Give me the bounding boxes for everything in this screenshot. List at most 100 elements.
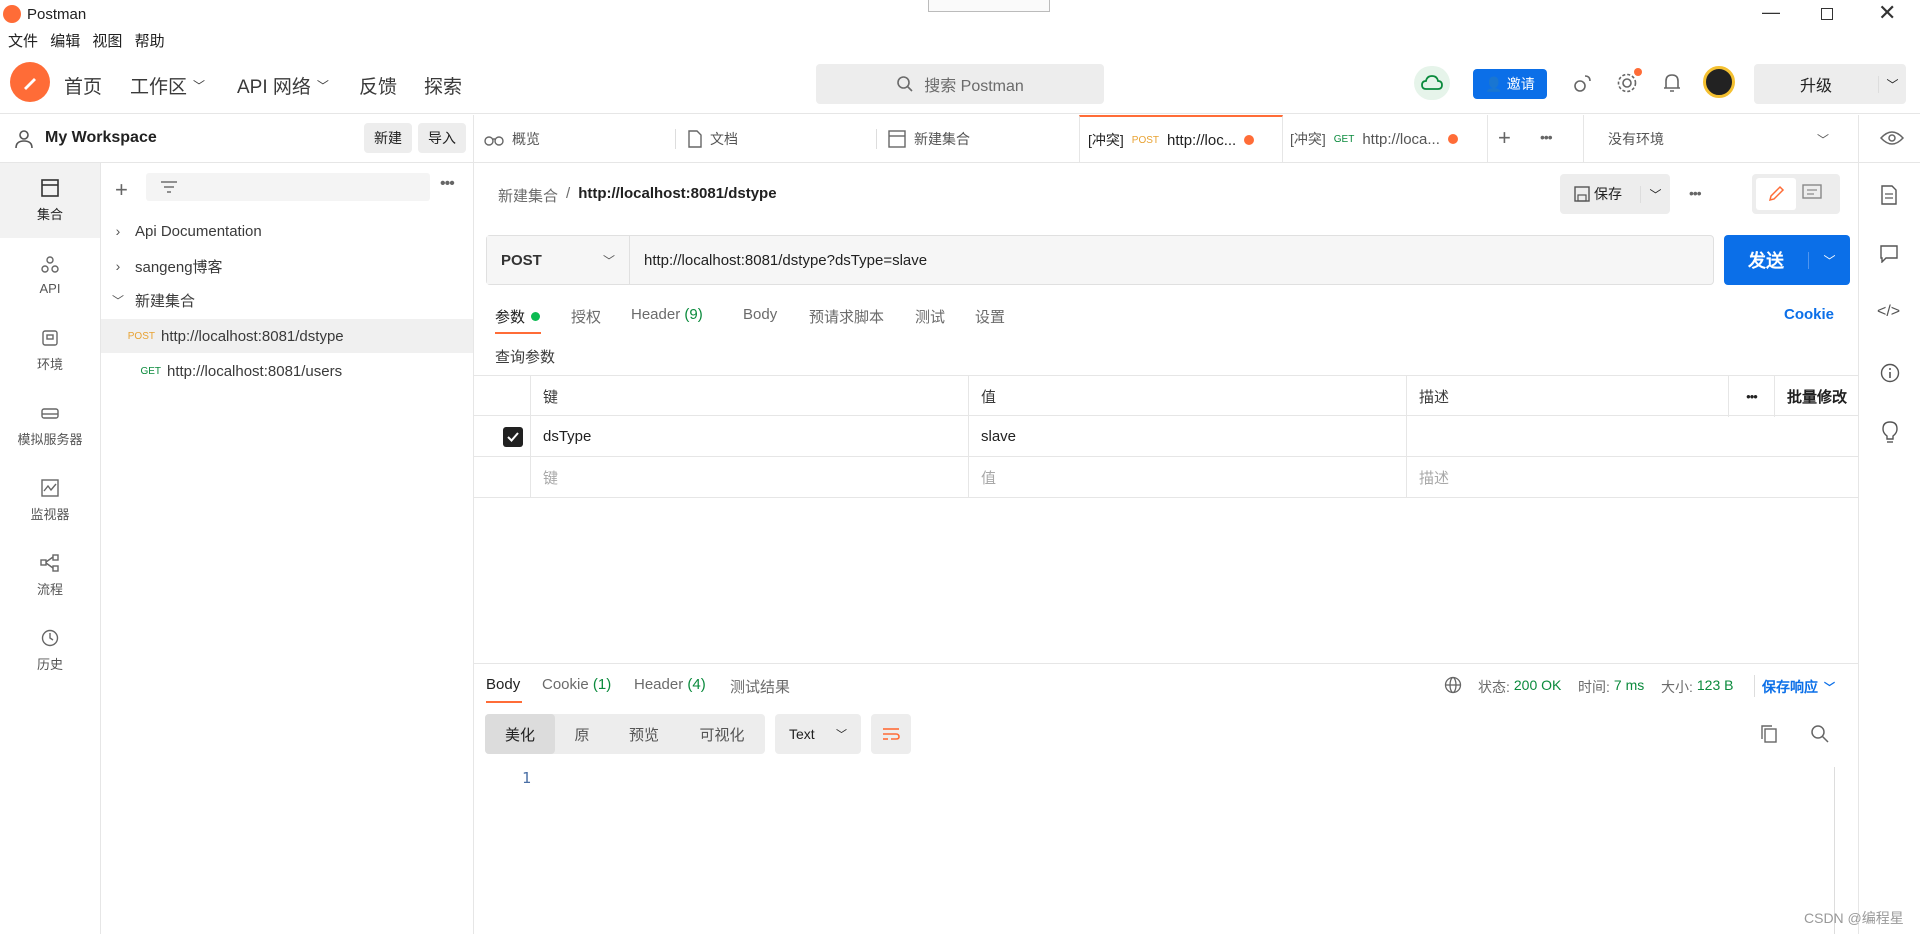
url-input[interactable]: http://localhost:8081/dstype?dsType=slav… bbox=[630, 252, 927, 269]
send-button[interactable]: 发送 ﹀ bbox=[1724, 235, 1850, 285]
comment-view-icon[interactable] bbox=[1802, 184, 1822, 202]
sync-cloud-icon[interactable] bbox=[1414, 66, 1450, 100]
tree-item-new-collection[interactable]: ﹀ 新建集合 bbox=[101, 283, 473, 317]
tab-docs[interactable]: 文档 bbox=[688, 115, 878, 163]
menu-edit[interactable]: 编辑 bbox=[50, 30, 80, 51]
environment-select[interactable]: 没有环境 ﹀ bbox=[1584, 115, 1849, 163]
bell-icon[interactable] bbox=[1662, 72, 1682, 94]
view-pretty[interactable]: 美化 bbox=[485, 714, 555, 754]
view-preview[interactable]: 预览 bbox=[609, 724, 679, 745]
rail-collections[interactable]: 集合 bbox=[0, 163, 100, 238]
tree-request-post-dstype[interactable]: POST http://localhost:8081/dstype bbox=[101, 319, 473, 353]
invite-button[interactable]: 👤 邀请 bbox=[1473, 69, 1547, 99]
code-icon[interactable]: </> bbox=[1877, 303, 1900, 321]
response-tab-header[interactable]: Header (4) bbox=[634, 676, 706, 693]
window-title: Postman bbox=[27, 6, 87, 23]
import-button[interactable]: 导入 bbox=[418, 123, 466, 153]
menu-file[interactable]: 文件 bbox=[8, 30, 38, 51]
param-key-input[interactable]: dsType bbox=[530, 416, 968, 457]
copy-icon[interactable] bbox=[1760, 724, 1778, 744]
table-more-icon[interactable]: ••• bbox=[1728, 376, 1774, 417]
wrap-lines-icon[interactable] bbox=[871, 714, 911, 754]
param-description-input[interactable] bbox=[1406, 416, 1858, 457]
rail-monitor[interactable]: 监视器 bbox=[0, 463, 100, 538]
save-button[interactable]: 保存 ﹀ bbox=[1560, 174, 1670, 214]
chevron-down-icon[interactable]: ﹀ bbox=[1640, 185, 1670, 203]
upgrade-button[interactable]: 升级 ﹀ bbox=[1754, 64, 1906, 104]
view-visualize[interactable]: 可视化 bbox=[679, 724, 765, 745]
tab-get-users[interactable]: [冲突] GET http://loca... bbox=[1284, 115, 1488, 163]
menu-help[interactable]: 帮助 bbox=[135, 30, 165, 51]
tab-params[interactable]: 参数 bbox=[495, 306, 541, 327]
tab-new-collection[interactable]: 新建集合 bbox=[888, 115, 1078, 163]
response-body[interactable]: 1 bbox=[474, 765, 1858, 934]
search-input[interactable]: 搜索 Postman bbox=[816, 64, 1104, 104]
more-options-icon[interactable]: ••• bbox=[440, 175, 455, 193]
tree-request-get-users[interactable]: GET http://localhost:8081/users bbox=[101, 354, 473, 388]
filter-input[interactable] bbox=[146, 173, 430, 201]
edit-pencil-icon[interactable] bbox=[1756, 178, 1796, 210]
response-tab-body[interactable]: Body bbox=[486, 676, 520, 693]
workspace-name[interactable]: My Workspace bbox=[45, 129, 157, 147]
response-divider[interactable] bbox=[474, 663, 1858, 664]
new-description-input[interactable]: 描述 bbox=[1406, 457, 1858, 498]
tab-prerequest-script[interactable]: 预请求脚本 bbox=[809, 306, 884, 327]
rail-flows[interactable]: 流程 bbox=[0, 538, 100, 613]
breadcrumb-collection[interactable]: 新建集合 bbox=[498, 185, 558, 206]
new-key-input[interactable]: 键 bbox=[530, 457, 968, 498]
add-collection-icon[interactable]: + bbox=[115, 177, 128, 203]
tab-tests[interactable]: 测试 bbox=[915, 306, 945, 327]
method-select[interactable]: POST ﹀ bbox=[487, 236, 630, 284]
tab-body[interactable]: Body bbox=[743, 306, 777, 323]
nav-home[interactable]: 首页 bbox=[64, 72, 102, 99]
search-icon[interactable] bbox=[1810, 724, 1830, 744]
lightbulb-icon[interactable] bbox=[1881, 421, 1899, 443]
documentation-icon[interactable] bbox=[1881, 185, 1897, 205]
row-checkbox[interactable] bbox=[503, 427, 523, 447]
tab-post-dstype[interactable]: [冲突] POST http://loc... bbox=[1079, 115, 1283, 163]
satellite-icon[interactable] bbox=[1572, 72, 1594, 94]
comments-icon[interactable] bbox=[1880, 245, 1898, 263]
close-icon[interactable]: ✕ bbox=[1878, 0, 1896, 26]
menu-view[interactable]: 视图 bbox=[92, 30, 122, 51]
tab-overview[interactable]: 概览 bbox=[484, 115, 674, 163]
tree-item-sangeng[interactable]: › sangeng博客 bbox=[101, 249, 473, 283]
format-select[interactable]: Text ﹀ bbox=[775, 714, 861, 754]
info-icon[interactable] bbox=[1880, 363, 1900, 383]
response-tab-cookie[interactable]: Cookie (1) bbox=[542, 676, 611, 693]
save-response-button[interactable]: 保存响应 ﹀ bbox=[1762, 677, 1835, 697]
postman-logo-icon[interactable] bbox=[10, 62, 50, 102]
settings-gear-icon[interactable] bbox=[1616, 68, 1642, 94]
cookie-link[interactable]: Cookie bbox=[1784, 306, 1834, 323]
request-title[interactable]: http://localhost:8081/dstype bbox=[578, 185, 776, 206]
more-options-icon[interactable]: ••• bbox=[1689, 185, 1702, 201]
globe-icon[interactable] bbox=[1444, 676, 1462, 694]
rail-api[interactable]: API bbox=[0, 238, 100, 313]
drag-handle[interactable] bbox=[928, 0, 1050, 12]
eye-icon[interactable] bbox=[1880, 130, 1904, 146]
rail-history[interactable]: 历史 bbox=[0, 613, 100, 688]
tab-header[interactable]: Header (9) bbox=[631, 306, 703, 323]
new-value-input[interactable]: 值 bbox=[968, 457, 1406, 498]
tab-settings[interactable]: 设置 bbox=[975, 306, 1005, 327]
maximize-icon[interactable] bbox=[1821, 8, 1833, 20]
tree-item-api-docs[interactable]: › Api Documentation bbox=[101, 214, 473, 248]
view-raw[interactable]: 原 bbox=[555, 724, 609, 745]
rail-environment[interactable]: 环境 bbox=[0, 313, 100, 388]
minimize-icon[interactable]: — bbox=[1762, 2, 1780, 23]
nav-explore[interactable]: 探索 bbox=[424, 72, 462, 99]
nav-feedback[interactable]: 反馈 bbox=[359, 72, 397, 99]
new-tab-icon[interactable]: + bbox=[1498, 125, 1511, 151]
response-tab-test-results[interactable]: 测试结果 bbox=[730, 676, 790, 697]
rail-mock-server[interactable]: 模拟服务器 bbox=[0, 388, 100, 463]
new-button[interactable]: 新建 bbox=[364, 123, 412, 153]
chevron-down-icon[interactable]: ﹀ bbox=[1878, 75, 1906, 93]
chevron-down-icon[interactable]: ﹀ bbox=[1808, 251, 1850, 269]
param-value-input[interactable]: slave bbox=[968, 416, 1406, 457]
nav-workspace[interactable]: 工作区 ﹀ bbox=[130, 72, 205, 99]
more-tabs-icon[interactable]: ••• bbox=[1540, 129, 1553, 145]
nav-api-network[interactable]: API 网络 ﹀ bbox=[237, 72, 329, 99]
avatar[interactable] bbox=[1703, 66, 1735, 98]
bulk-edit-button[interactable]: 批量修改 bbox=[1774, 376, 1858, 417]
tab-auth[interactable]: 授权 bbox=[571, 306, 601, 327]
